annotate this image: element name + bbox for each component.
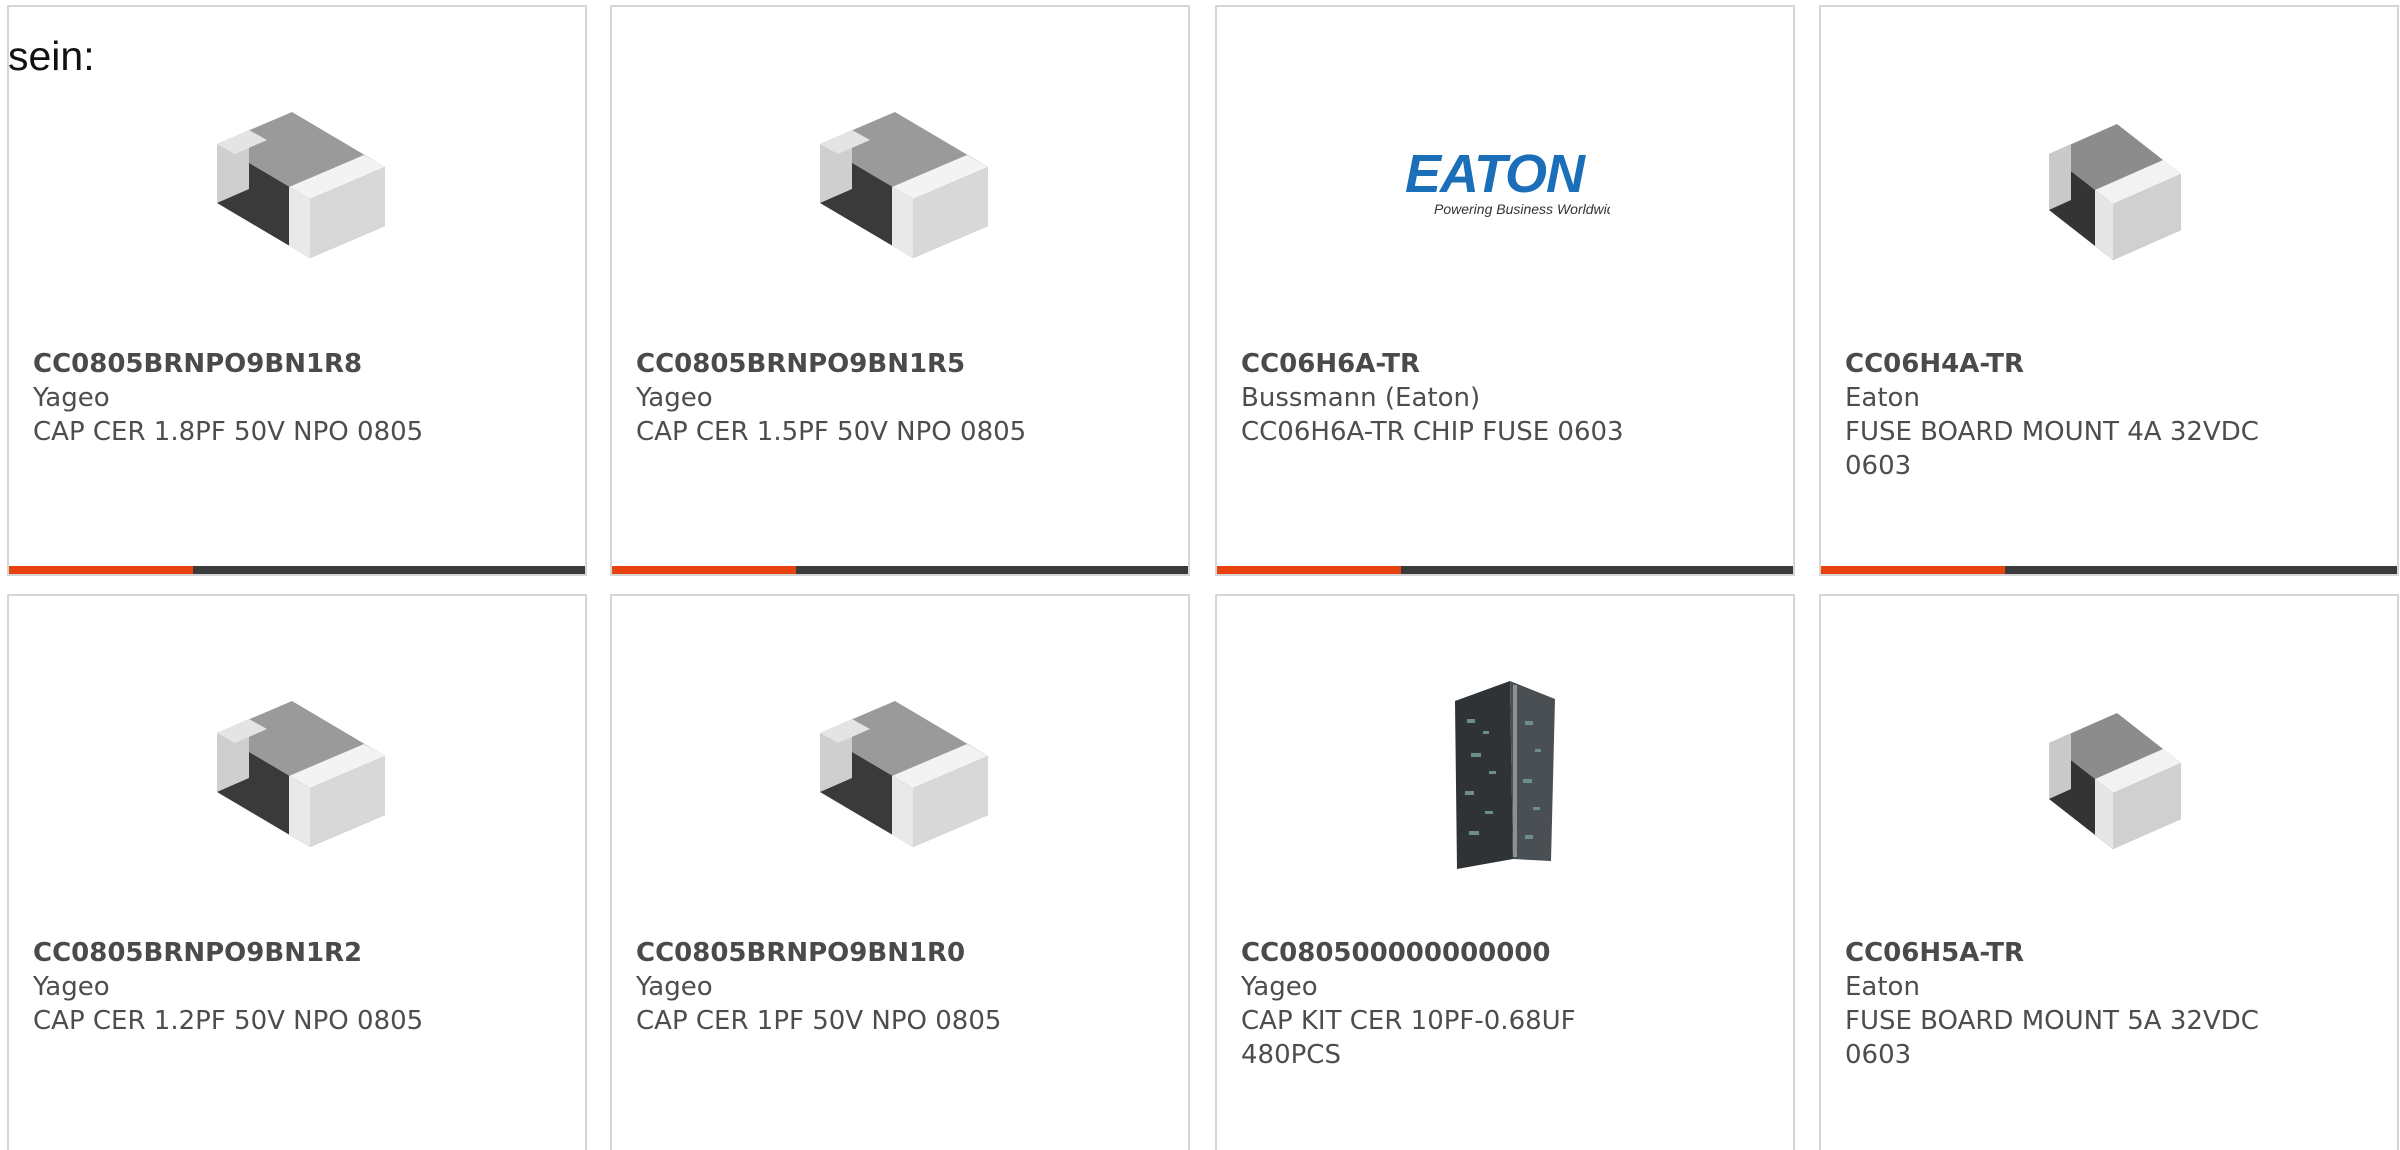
part-number-link[interactable]: CC0805BRNPO9BN1R2 [33,936,561,970]
manufacturer: Bussmann (Eaton) [1241,383,1481,413]
manufacturer: Yageo [33,972,110,1002]
progress-fill [612,566,797,574]
product-info: CC06H6A-TR Bussmann (Eaton) CC06H6A-TR C… [1241,347,1769,449]
manufacturer: Eaton [1845,972,1920,1002]
product-card[interactable]: CC0805BRNPO9BN1R5 Yageo CAP CER 1.5PF 50… [610,5,1190,576]
product-card[interactable]: CC06H4A-TR Eaton FUSE BOARD MOUNT 4A 32V… [1819,5,2399,576]
part-number-link[interactable]: CC06H5A-TR [1845,936,2373,970]
manufacturer: Yageo [1241,972,1318,1002]
product-card[interactable]: CC080500000000000 Yageo CAP KIT CER 10PF… [1215,594,1795,1150]
capacitor-kit-image[interactable] [1400,666,1610,876]
part-number-link[interactable]: CC06H4A-TR [1845,347,2373,381]
progress-fill [9,566,194,574]
description: CAP KIT CER 10PF-0.68UF 480PCS [1241,1006,1576,1070]
manufacturer: Yageo [33,383,110,413]
product-card[interactable]: CC0805BRNPO9BN1R2 Yageo CAP CER 1.2PF 50… [7,594,587,1150]
manufacturer: Yageo [636,383,713,413]
smd-capacitor-image[interactable] [192,666,402,876]
eaton-logo-wordmark: EATON [1405,144,1586,204]
description: CAP CER 1PF 50V NPO 0805 [636,1006,1002,1036]
eaton-logo-image[interactable]: EATON Powering Business Worldwide [1400,77,1610,287]
chip-fuse-image[interactable] [2004,77,2214,287]
progress-fill [1217,566,1402,574]
description: FUSE BOARD MOUNT 5A 32VDC 0603 [1845,1006,2259,1070]
part-number-link[interactable]: CC06H6A-TR [1241,347,1769,381]
smd-capacitor-image[interactable] [795,666,1005,876]
product-info: CC06H5A-TR Eaton FUSE BOARD MOUNT 5A 32V… [1845,936,2373,1072]
manufacturer: Eaton [1845,383,1920,413]
product-card[interactable]: CC06H5A-TR Eaton FUSE BOARD MOUNT 5A 32V… [1819,594,2399,1150]
description: CC06H6A-TR CHIP FUSE 0603 [1241,417,1624,447]
part-number-link[interactable]: CC080500000000000 [1241,936,1769,970]
product-card[interactable]: CC0805BRNPO9BN1R0 Yageo CAP CER 1PF 50V … [610,594,1190,1150]
progress-bar [1821,566,2397,574]
description: CAP CER 1.2PF 50V NPO 0805 [33,1006,424,1036]
product-info: CC080500000000000 Yageo CAP KIT CER 10PF… [1241,936,1769,1072]
part-number-link[interactable]: CC0805BRNPO9BN1R8 [33,347,561,381]
eaton-logo-tagline: Powering Business Worldwide [1434,201,1610,217]
product-card[interactable]: CC0805BRNPO9BN1R8 Yageo CAP CER 1.8PF 50… [7,5,587,576]
part-number-link[interactable]: CC0805BRNPO9BN1R0 [636,936,1164,970]
product-card[interactable]: EATON Powering Business Worldwide CC06H6… [1215,5,1795,576]
product-info: CC06H4A-TR Eaton FUSE BOARD MOUNT 4A 32V… [1845,347,2373,483]
description: CAP CER 1.5PF 50V NPO 0805 [636,417,1027,447]
chip-fuse-image[interactable] [2004,666,2214,876]
product-info: CC0805BRNPO9BN1R8 Yageo CAP CER 1.8PF 50… [33,347,561,449]
product-info: CC0805BRNPO9BN1R5 Yageo CAP CER 1.5PF 50… [636,347,1164,449]
product-grid-page: sein: CC0805BRNPO9BN1R8 Yageo CAP CER 1.… [0,0,2400,1150]
progress-bar [612,566,1188,574]
product-info: CC0805BRNPO9BN1R2 Yageo CAP CER 1.2PF 50… [33,936,561,1038]
description: CAP CER 1.8PF 50V NPO 0805 [33,417,424,447]
part-number-link[interactable]: CC0805BRNPO9BN1R5 [636,347,1164,381]
product-info: CC0805BRNPO9BN1R0 Yageo CAP CER 1PF 50V … [636,936,1164,1038]
description: FUSE BOARD MOUNT 4A 32VDC 0603 [1845,417,2259,481]
progress-bar [9,566,585,574]
smd-capacitor-image[interactable] [795,77,1005,287]
intro-text: sein: [8,33,95,79]
progress-bar [1217,566,1793,574]
smd-capacitor-image[interactable] [192,77,402,287]
progress-fill [1821,566,2006,574]
manufacturer: Yageo [636,972,713,1002]
